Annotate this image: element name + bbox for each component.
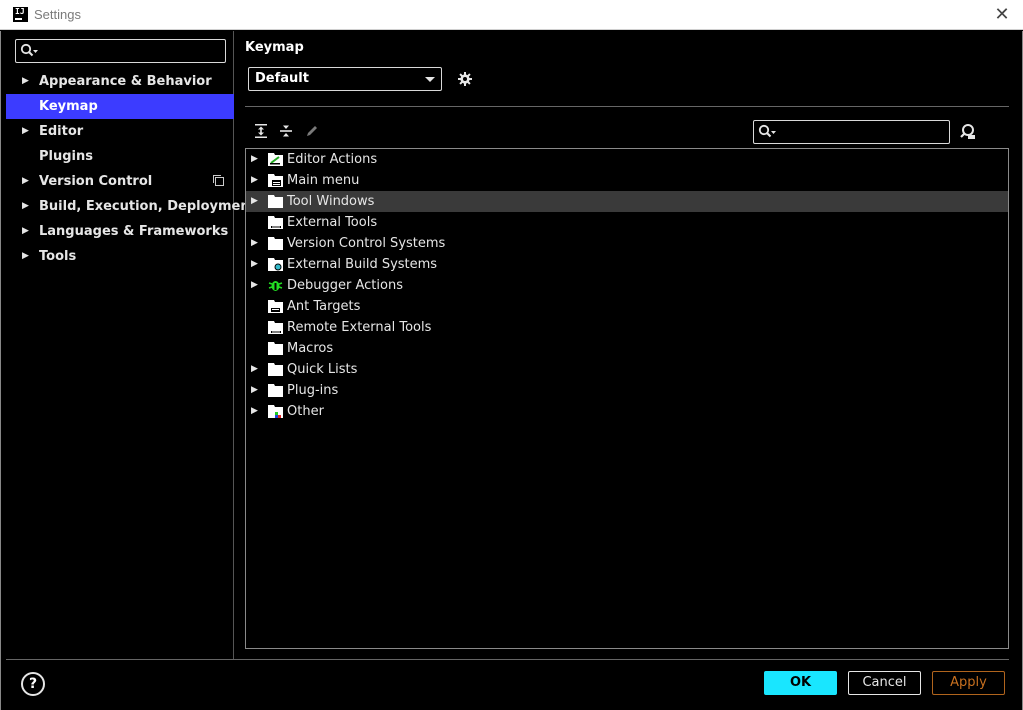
sidebar-item-label: Keymap bbox=[39, 99, 98, 114]
sidebar-item-languages-frameworks[interactable]: ▶ Languages & Frameworks bbox=[6, 219, 234, 244]
other-icon bbox=[268, 405, 283, 418]
tree-item-label: Macros bbox=[287, 341, 334, 356]
expand-arrow-icon[interactable]: ▶ bbox=[251, 359, 258, 380]
expand-arrow-icon[interactable]: ▶ bbox=[22, 69, 29, 94]
search-icon bbox=[20, 43, 38, 57]
find-by-shortcut-icon[interactable] bbox=[959, 123, 977, 141]
sidebar-search-input[interactable] bbox=[15, 39, 226, 63]
sidebar-item-version-control[interactable]: ▶ Version Control bbox=[6, 169, 234, 194]
tree-item-external-build-systems[interactable]: ▶ External Build Systems bbox=[246, 254, 1008, 275]
expand-arrow-icon[interactable]: ▶ bbox=[251, 275, 258, 296]
remote-tools-icon bbox=[268, 321, 283, 334]
tree-item-main-menu[interactable]: ▶ Main menu bbox=[246, 170, 1008, 191]
settings-nav: ▶ Appearance & Behavior Keymap ▶ Editor … bbox=[6, 69, 256, 269]
debugger-bug-icon bbox=[268, 281, 283, 291]
tree-item-remote-external-tools[interactable]: Remote External Tools bbox=[246, 317, 1008, 338]
tree-item-version-control-systems[interactable]: ▶ Version Control Systems bbox=[246, 233, 1008, 254]
sidebar-item-plugins[interactable]: Plugins bbox=[6, 144, 234, 169]
expand-arrow-icon[interactable]: ▶ bbox=[22, 219, 29, 244]
sidebar-item-label: Languages & Frameworks bbox=[39, 224, 229, 239]
help-button[interactable]: ? bbox=[21, 672, 45, 696]
ant-targets-icon bbox=[268, 300, 283, 313]
collapse-all-icon[interactable] bbox=[278, 123, 294, 139]
folder-icon bbox=[268, 342, 283, 355]
tree-item-ant-targets[interactable]: Ant Targets bbox=[246, 296, 1008, 317]
tree-item-external-tools[interactable]: External Tools bbox=[246, 212, 1008, 233]
sidebar-item-label: Build, Execution, Deployment bbox=[39, 199, 256, 214]
tree-item-other[interactable]: ▶ Other bbox=[246, 401, 1008, 422]
keymap-filter-input[interactable] bbox=[753, 120, 950, 144]
folder-icon bbox=[268, 384, 283, 397]
expand-arrow-icon[interactable]: ▶ bbox=[22, 244, 29, 269]
folder-icon bbox=[268, 363, 283, 376]
intellij-logo-icon: IJ bbox=[13, 7, 28, 22]
keymap-selected-value: Default bbox=[255, 71, 309, 86]
divider bbox=[245, 106, 1009, 107]
expand-arrow-icon[interactable]: ▶ bbox=[251, 380, 258, 401]
external-build-icon bbox=[268, 258, 283, 271]
sidebar-item-label: Tools bbox=[39, 249, 77, 264]
tree-item-label: External Tools bbox=[287, 215, 378, 230]
sidebar-item-tools[interactable]: ▶ Tools bbox=[6, 244, 234, 269]
expand-arrow-icon[interactable]: ▶ bbox=[251, 149, 258, 170]
tree-item-label: Ant Targets bbox=[287, 299, 361, 314]
chevron-down-icon bbox=[425, 77, 435, 82]
folder-icon bbox=[268, 237, 283, 250]
sidebar-item-keymap[interactable]: Keymap bbox=[6, 94, 234, 119]
expand-arrow-icon[interactable]: ▶ bbox=[22, 119, 29, 144]
tree-item-debugger-actions[interactable]: ▶ Debugger Actions bbox=[246, 275, 1008, 296]
expand-arrow-icon[interactable]: ▶ bbox=[251, 401, 258, 422]
expand-all-icon[interactable] bbox=[253, 123, 269, 139]
close-icon[interactable]: ✕ bbox=[991, 4, 1013, 26]
ok-button[interactable]: OK bbox=[764, 671, 837, 695]
tree-item-quick-lists[interactable]: ▶ Quick Lists bbox=[246, 359, 1008, 380]
tree-item-label: Main menu bbox=[287, 173, 360, 188]
sidebar-item-label: Plugins bbox=[39, 149, 93, 164]
expand-arrow-icon[interactable]: ▶ bbox=[22, 194, 29, 219]
tree-item-label: Quick Lists bbox=[287, 362, 358, 377]
external-tools-icon bbox=[268, 216, 283, 229]
gear-icon[interactable] bbox=[457, 71, 473, 87]
tree-item-label: Editor Actions bbox=[287, 152, 378, 167]
copy-icon bbox=[213, 175, 224, 186]
tree-item-label: Tool Windows bbox=[287, 194, 375, 209]
tree-item-label: Other bbox=[287, 404, 324, 419]
page-title: Keymap bbox=[245, 40, 304, 55]
tree-item-label: Version Control Systems bbox=[287, 236, 446, 251]
cancel-button[interactable]: Cancel bbox=[848, 671, 921, 695]
tree-item-label: External Build Systems bbox=[287, 257, 438, 272]
sidebar-item-build-execution-deployment[interactable]: ▶ Build, Execution, Deployment bbox=[6, 194, 256, 219]
folder-icon bbox=[268, 195, 283, 208]
expand-arrow-icon[interactable]: ▶ bbox=[251, 254, 258, 275]
tree-item-editor-actions[interactable]: ▶ Editor Actions bbox=[246, 149, 1008, 170]
main-menu-icon bbox=[268, 174, 283, 187]
settings-dialog: ▶ Appearance & Behavior Keymap ▶ Editor … bbox=[0, 31, 1023, 710]
title-bar: IJ Settings ✕ bbox=[0, 0, 1023, 30]
apply-button[interactable]: Apply bbox=[932, 671, 1005, 695]
sidebar-item-label: Editor bbox=[39, 124, 84, 139]
keymap-actions-tree[interactable]: ▶ Editor Actions ▶ Main menu ▶ Tool Wind… bbox=[245, 148, 1009, 649]
sidebar-item-label: Version Control bbox=[39, 174, 153, 189]
tree-item-label: Plug-ins bbox=[287, 383, 339, 398]
window-title: Settings bbox=[34, 7, 81, 22]
tree-item-macros[interactable]: Macros bbox=[246, 338, 1008, 359]
keymap-panel: Keymap Default ▶ Editor Actions ▶ Main m… bbox=[245, 31, 1009, 659]
keymap-dropdown[interactable]: Default bbox=[248, 67, 442, 91]
tree-item-label: Debugger Actions bbox=[287, 278, 403, 293]
sidebar-item-label: Appearance & Behavior bbox=[39, 74, 212, 89]
expand-arrow-icon[interactable]: ▶ bbox=[251, 233, 258, 254]
expand-arrow-icon[interactable]: ▶ bbox=[251, 191, 258, 212]
tree-item-plug-ins[interactable]: ▶ Plug-ins bbox=[246, 380, 1008, 401]
tree-item-label: Remote External Tools bbox=[287, 320, 432, 335]
edit-pencil-icon[interactable] bbox=[304, 123, 320, 139]
expand-arrow-icon[interactable]: ▶ bbox=[251, 170, 258, 191]
expand-arrow-icon[interactable]: ▶ bbox=[22, 169, 29, 194]
sidebar-item-appearance-behavior[interactable]: ▶ Appearance & Behavior bbox=[6, 69, 234, 94]
search-icon bbox=[758, 124, 776, 138]
divider bbox=[6, 659, 1009, 660]
settings-sidebar: ▶ Appearance & Behavior Keymap ▶ Editor … bbox=[6, 31, 256, 659]
tree-item-tool-windows[interactable]: ▶ Tool Windows bbox=[246, 191, 1008, 212]
sidebar-item-editor[interactable]: ▶ Editor bbox=[6, 119, 234, 144]
editor-actions-icon bbox=[268, 153, 283, 166]
